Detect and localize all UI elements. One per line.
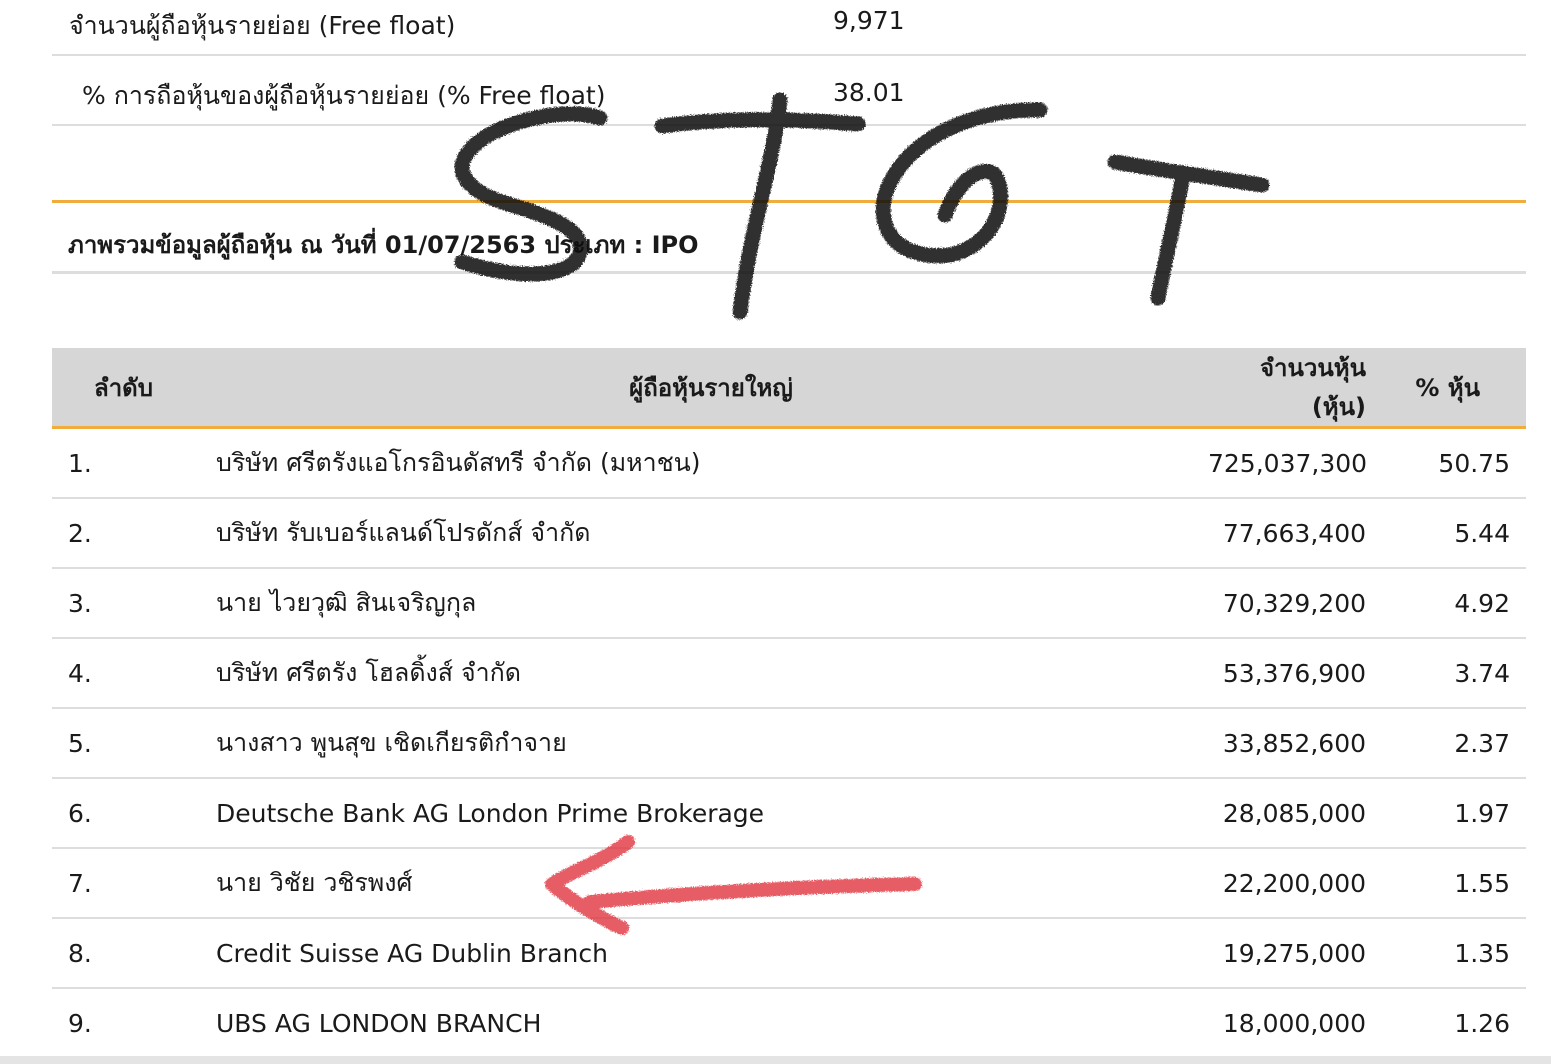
table-row: 8. Credit Suisse AG Dublin Branch 19,275… <box>52 918 1526 989</box>
row-shares: 18,000,000 <box>1208 988 1366 1059</box>
table-header-row: ลำดับ ผู้ถือหุ้นรายใหญ่ จำนวนหุ้น (หุ้น)… <box>52 348 1526 429</box>
free-float-holders-label: จำนวนผู้ถือหุ้นรายย่อย (Free float) <box>69 11 456 40</box>
row-pct: 50.75 <box>1366 427 1526 499</box>
row-name: Deutsche Bank AG London Prime Brokerage <box>214 778 1208 849</box>
row-pct: 5.44 <box>1366 498 1526 569</box>
table-row: 4. บริษัท ศรีตรัง โฮลดิ้งส์ จำกัด 53,376… <box>52 638 1526 709</box>
row-rank: 8. <box>52 918 214 989</box>
row-shares: 70,329,200 <box>1208 568 1366 639</box>
table-row: 5. นางสาว พูนสุข เชิดเกียรติกำจาย 33,852… <box>52 708 1526 779</box>
header-rank: ลำดับ <box>52 348 214 429</box>
row-shares: 22,200,000 <box>1208 848 1366 919</box>
table-row: 9. UBS AG LONDON BRANCH 18,000,000 1.26 <box>52 988 1526 1059</box>
row-name: บริษัท ศรีตรัง โฮลดิ้งส์ จำกัด <box>214 638 1208 709</box>
row-shares: 19,275,000 <box>1208 918 1366 989</box>
row-name: นางสาว พูนสุข เชิดเกียรติกำจาย <box>214 708 1208 779</box>
handwritten-letter-t2-bar <box>1107 154 1270 193</box>
table-row: 3. นาย ไวยวุฒิ สินเจริญกุล 70,329,200 4.… <box>52 568 1526 639</box>
row-shares: 33,852,600 <box>1208 708 1366 779</box>
row-shares: 53,376,900 <box>1208 638 1366 709</box>
free-float-percent-value: 38.01 <box>833 78 905 107</box>
bottom-scroll-edge <box>0 1056 1551 1064</box>
free-float-percent-row: % การถือหุ้นของผู้ถือหุ้นรายย่อย (% Free… <box>52 56 1526 126</box>
row-rank: 6. <box>52 778 214 849</box>
free-float-holders-row: จำนวนผู้ถือหุ้นรายย่อย (Free float) 9,97… <box>52 0 1526 56</box>
table-row: 7. นาย วิชัย วชิรพงศ์ 22,200,000 1.55 <box>52 848 1526 919</box>
shareholder-overview-header: ภาพรวมข้อมูลผู้ถือหุ้น ณ วันที่ 01/07/25… <box>52 200 1526 274</box>
row-name: บริษัท รับเบอร์แลนด์โปรดักส์ จำกัด <box>214 498 1208 569</box>
row-rank: 4. <box>52 638 214 709</box>
row-rank: 9. <box>52 988 214 1059</box>
row-rank: 1. <box>52 427 214 499</box>
table-row: 2. บริษัท รับเบอร์แลนด์โปรดักส์ จำกัด 77… <box>52 498 1526 569</box>
header-pct: % หุ้น <box>1366 348 1526 429</box>
section-title: ภาพรวมข้อมูลผู้ถือหุ้น ณ วันที่ 01/07/25… <box>68 231 699 259</box>
row-rank: 2. <box>52 498 214 569</box>
row-pct: 1.35 <box>1366 918 1526 989</box>
header-name: ผู้ถือหุ้นรายใหญ่ <box>214 348 1208 429</box>
table-row: 6. Deutsche Bank AG London Prime Brokera… <box>52 778 1526 849</box>
free-float-percent-label: % การถือหุ้นของผู้ถือหุ้นรายย่อย (% Free… <box>82 81 606 110</box>
header-shares: จำนวนหุ้น (หุ้น) <box>1208 348 1366 429</box>
row-pct: 1.26 <box>1366 988 1526 1059</box>
row-pct: 2.37 <box>1366 708 1526 779</box>
table-row: 1. บริษัท ศรีตรังแอโกรอินดัสทรี จำกัด (ม… <box>52 427 1526 499</box>
row-pct: 4.92 <box>1366 568 1526 639</box>
row-pct: 3.74 <box>1366 638 1526 709</box>
row-shares: 725,037,300 <box>1208 427 1367 499</box>
free-float-holders-value: 9,971 <box>833 6 905 35</box>
row-name: Credit Suisse AG Dublin Branch <box>214 918 1208 989</box>
row-name: บริษัท ศรีตรังแอโกรอินดัสทรี จำกัด (มหาช… <box>214 427 1208 499</box>
row-pct: 1.97 <box>1366 778 1526 849</box>
row-rank: 3. <box>52 568 214 639</box>
row-rank: 5. <box>52 708 214 779</box>
row-shares: 28,085,000 <box>1208 778 1366 849</box>
row-name: นาย ไวยวุฒิ สินเจริญกุล <box>214 568 1208 639</box>
row-shares: 77,663,400 <box>1208 498 1366 569</box>
row-name: UBS AG LONDON BRANCH <box>214 988 1208 1059</box>
row-pct: 1.55 <box>1366 848 1526 919</box>
row-rank: 7. <box>52 848 214 919</box>
row-name: นาย วิชัย วชิรพงศ์ <box>214 848 1208 919</box>
shareholder-info-panel: จำนวนผู้ถือหุ้นรายย่อย (Free float) 9,97… <box>52 0 1526 1059</box>
major-shareholders-table: ลำดับ ผู้ถือหุ้นรายใหญ่ จำนวนหุ้น (หุ้น)… <box>52 348 1526 1059</box>
